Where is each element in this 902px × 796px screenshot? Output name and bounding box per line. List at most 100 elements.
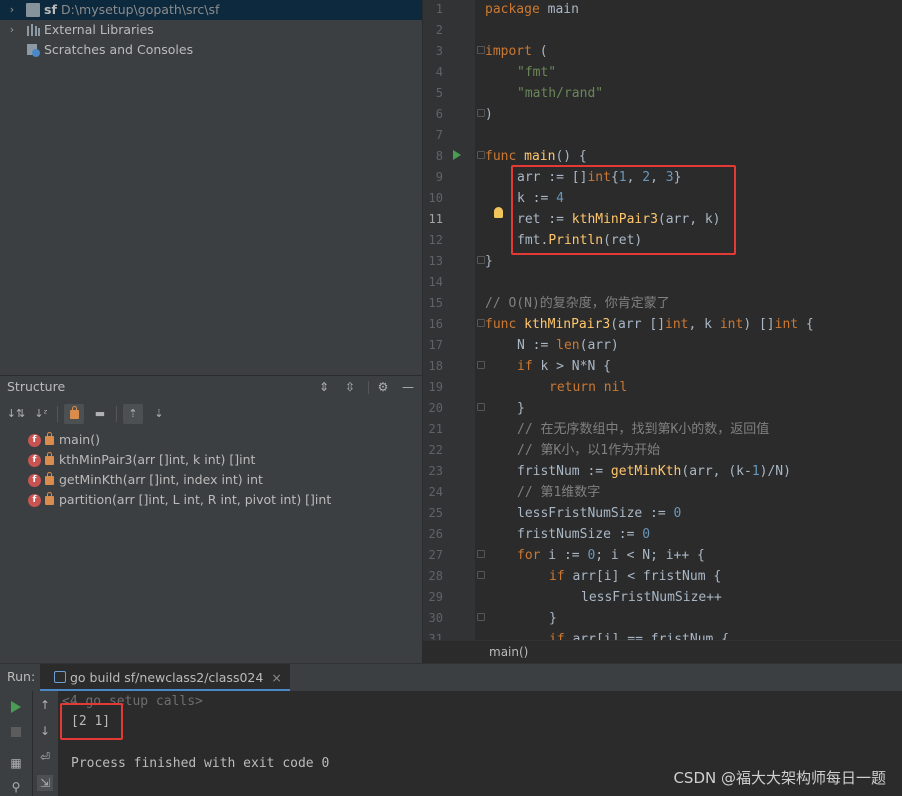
fold-icon[interactable]: [477, 550, 485, 558]
code-line-25: lessFristNumSize := 0: [517, 506, 682, 521]
collapse-all-icon[interactable]: ⇳: [342, 379, 358, 395]
code-line-18: if k > N*N {: [517, 359, 611, 374]
structure-item[interactable]: f partition(arr []int, L int, R int, pivo…: [28, 490, 331, 510]
line-number: 28: [428, 569, 443, 583]
code-line-24: // 第1维数字: [517, 485, 601, 500]
show-private-icon[interactable]: [64, 404, 84, 424]
code-line-21: // 在无序数组中，找到第K小的数，返回值: [517, 422, 770, 437]
line-number: 18: [428, 359, 443, 373]
structure-item-label: partition(arr []int, L int, R int, pivot…: [59, 492, 332, 507]
fold-icon[interactable]: [477, 571, 485, 579]
close-icon[interactable]: ×: [271, 670, 281, 685]
fold-icon[interactable]: [477, 151, 485, 159]
tree-item-scratches[interactable]: Scratches and Consoles: [0, 40, 422, 60]
line-number: 9: [435, 170, 443, 184]
run-tab[interactable]: go build sf/newclass2/class024 ×: [40, 664, 290, 691]
tree-item-external-libraries[interactable]: › External Libraries: [0, 20, 422, 40]
code-line-3: import (: [485, 44, 548, 59]
line-number: 23: [428, 464, 443, 478]
run-toolbar-left: ▦ ⚲: [0, 691, 32, 796]
autoscroll-from-source-icon[interactable]: ⇣: [149, 404, 169, 424]
fold-icon[interactable]: [477, 256, 485, 264]
run-toolbar-right: ↑ ↓ ⏎ ⇲: [32, 691, 58, 796]
line-number: 15: [428, 296, 443, 310]
code-line-19: return nil: [549, 380, 628, 395]
tree-item-label: Scratches and Consoles: [44, 42, 194, 57]
highlight-box: [511, 165, 736, 255]
divider: [57, 406, 58, 422]
chevron-right-icon[interactable]: ›: [6, 0, 18, 20]
left-tool-panel: › sf D:\mysetup\gopath\src\sf › External…: [0, 0, 422, 663]
function-icon: f: [28, 434, 41, 447]
code-editor[interactable]: 1 2 3 4 5 6 7 8 9 10 11 12 13 14 15 16 17 18 19 20 21 22 23 24 2…: [423, 0, 902, 663]
fold-icon[interactable]: [477, 46, 485, 54]
process-finished: Process finished with exit code 0: [71, 756, 330, 771]
function-icon: f: [28, 454, 41, 467]
structure-item[interactable]: f main(): [28, 430, 100, 450]
fold-icon[interactable]: [477, 319, 485, 327]
code-line-28: if arr[i] < fristNum {: [549, 569, 722, 584]
divider: [368, 381, 369, 394]
expand-all-icon[interactable]: ⇕: [316, 379, 332, 395]
code-line-23: fristNum := getMinKth(arr, (k-1)/N): [517, 464, 791, 479]
run-gutter-icon[interactable]: [453, 150, 461, 160]
structure-toolbar: ↓⇅ ↓ᶻ ▬ ⇡ ⇣: [0, 402, 422, 426]
structure-header: Structure ⇕ ⇳ ⚙ —: [0, 376, 422, 398]
soft-wrap-icon[interactable]: ⏎: [37, 749, 53, 765]
stop-icon[interactable]: [11, 727, 21, 737]
line-number: 5: [435, 86, 443, 100]
lock-icon: [45, 452, 54, 465]
minimize-icon[interactable]: —: [400, 379, 416, 395]
ide-window: › sf D:\mysetup\gopath\src\sf › External…: [0, 0, 902, 796]
pin-icon[interactable]: ⚲: [8, 779, 24, 795]
down-arrow-icon[interactable]: ↓: [37, 723, 53, 739]
code-line-4: "fmt": [517, 65, 557, 80]
structure-item[interactable]: f getMinKth(arr []int, index int) int: [28, 470, 263, 490]
line-number: 27: [428, 548, 443, 562]
code-line-31: if arr[i] == fristNum {: [549, 632, 730, 640]
fold-icon[interactable]: [477, 403, 485, 411]
lightbulb-icon[interactable]: [494, 207, 503, 218]
rerun-icon[interactable]: [11, 701, 21, 713]
code-line-6: ): [485, 107, 493, 122]
code-line-17: N := len(arr): [517, 338, 619, 353]
code-line-22: // 第K小，以1作为开始: [517, 443, 661, 458]
tree-item-sf[interactable]: › sf D:\mysetup\gopath\src\sf: [0, 0, 422, 20]
fold-icon[interactable]: [477, 613, 485, 621]
folder-icon: [26, 3, 40, 17]
structure-item-label: main(): [59, 432, 100, 447]
line-number: 21: [428, 422, 443, 436]
code-line-26: fristNumSize := 0: [517, 527, 651, 542]
line-number: 11: [428, 212, 443, 226]
sort-visibility-icon[interactable]: ↓⇅: [6, 404, 26, 424]
fold-icon[interactable]: [477, 361, 485, 369]
run-panel: Run: go build sf/newclass2/class024 × ▦ ⚲…: [0, 663, 902, 796]
function-icon: f: [28, 474, 41, 487]
sort-alpha-icon[interactable]: ↓ᶻ: [31, 404, 51, 424]
line-number: 24: [428, 485, 443, 499]
divider: [116, 406, 117, 422]
folder-icon[interactable]: ▬: [90, 404, 110, 424]
code-line-13: }: [485, 254, 493, 269]
structure-panel: Structure ⇕ ⇳ ⚙ — ↓⇅ ↓ᶻ ▬ ⇡ ⇣ f main() f k…: [0, 375, 422, 663]
breadcrumb-item[interactable]: main(): [489, 645, 528, 659]
highlight-box: [60, 703, 123, 740]
code-line-16: func kthMinPair3(arr []int, k int) []int…: [485, 317, 814, 332]
fold-icon[interactable]: [477, 109, 485, 117]
autoscroll-to-source-icon[interactable]: ⇡: [123, 404, 143, 424]
function-icon: f: [28, 494, 41, 507]
code-line-8: func main() {: [485, 149, 587, 164]
layout-icon[interactable]: ▦: [8, 755, 24, 771]
chevron-right-icon[interactable]: ›: [6, 20, 18, 40]
code-line-20: }: [517, 401, 525, 416]
run-tab-label: go build sf/newclass2/class024: [70, 670, 264, 685]
up-arrow-icon[interactable]: ↑: [37, 697, 53, 713]
line-number: 12: [428, 233, 443, 247]
breadcrumb[interactable]: main(): [423, 640, 902, 663]
scroll-to-end-icon[interactable]: ⇲: [37, 775, 53, 791]
gear-icon[interactable]: ⚙: [375, 379, 391, 395]
watermark: CSDN @福大大架构师每日一题: [673, 769, 886, 787]
structure-item[interactable]: f kthMinPair3(arr []int, k int) []int: [28, 450, 255, 470]
structure-title: Structure: [7, 379, 66, 394]
line-number: 25: [428, 506, 443, 520]
